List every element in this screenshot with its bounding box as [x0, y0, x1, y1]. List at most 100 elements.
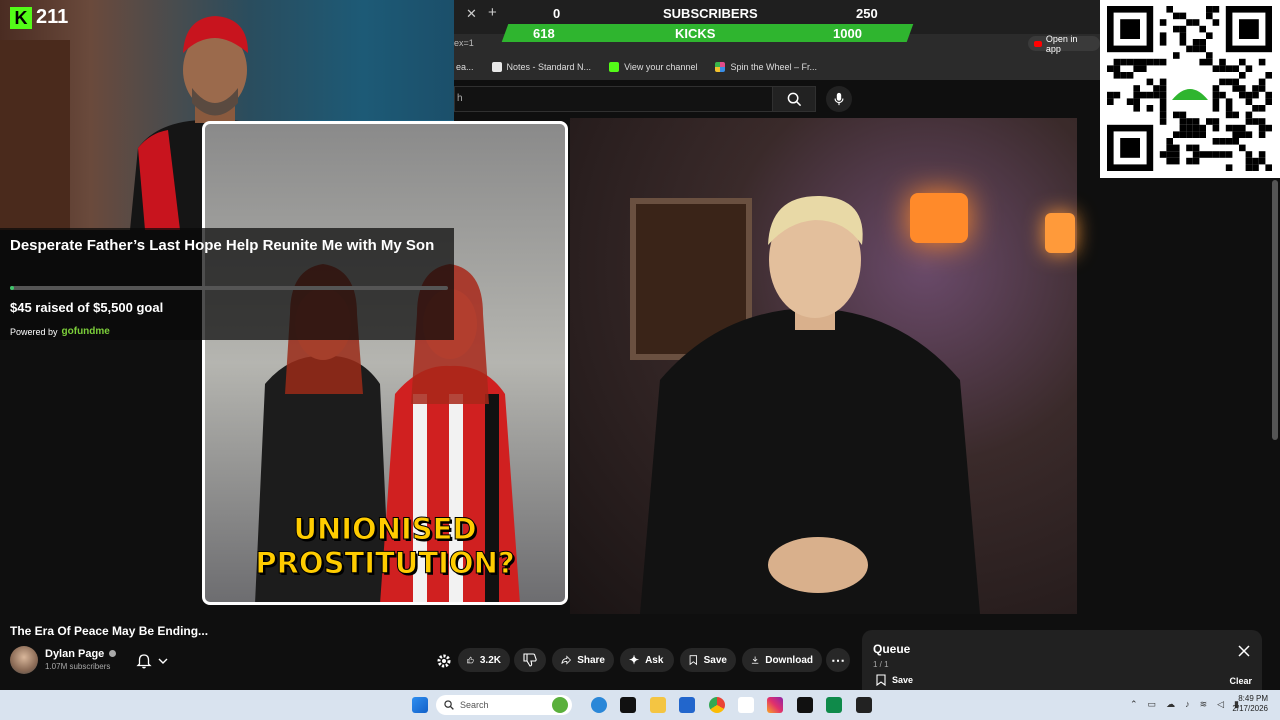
bookmark-label: ea...	[456, 62, 474, 72]
kicks-label: KICKS	[675, 26, 716, 41]
page-scrollbar[interactable]	[1272, 180, 1278, 440]
search-button[interactable]	[772, 86, 816, 112]
kick-app-icon[interactable]	[826, 697, 842, 713]
subscribers-goal: 250	[856, 6, 878, 21]
bookmark-label: Notes - Standard N...	[506, 62, 592, 72]
share-icon	[561, 655, 572, 665]
queue-save-label: Save	[892, 675, 914, 685]
kick-viewer-badge: K 211	[10, 6, 68, 29]
open-in-app-label: Open in app	[1045, 33, 1078, 54]
qr-code-image	[1107, 6, 1272, 171]
dislike-button[interactable]	[514, 648, 546, 672]
settings-gear-icon[interactable]	[436, 653, 452, 674]
file-explorer-icon[interactable]	[650, 697, 666, 713]
bell-icon	[136, 654, 152, 669]
gofundme-raised: $45 raised of $5,500 goal	[10, 300, 164, 315]
gofundme-progress-fill	[10, 286, 14, 290]
subscriber-count: 1.07M subscribers	[45, 662, 111, 671]
channel-avatar[interactable]	[10, 646, 38, 674]
chrome-icon[interactable]	[709, 697, 725, 713]
youtube-search-input[interactable]: h	[454, 86, 772, 112]
search-icon	[444, 700, 454, 710]
chevron-down-icon	[158, 658, 168, 664]
subscriber-kick-counter: 0 SUBSCRIBERS 250 618 KICKS 1000	[501, 4, 914, 42]
ask-button[interactable]: ✦ Ask	[620, 648, 674, 672]
thumbnail-caption: UNIONISED PROSTITUTION?	[205, 512, 565, 581]
more-icon: ⋯	[831, 651, 845, 668]
microphone-icon	[834, 92, 844, 106]
chevron-up-icon[interactable]: ⌃	[1130, 699, 1138, 710]
amazon-icon[interactable]	[738, 697, 754, 713]
queue-panel: Queue 1 / 1 Save Clear	[862, 630, 1262, 690]
kick-logo-icon: K	[10, 6, 32, 29]
instagram-icon[interactable]	[767, 697, 783, 713]
open-in-app-button[interactable]: Open in app	[1028, 33, 1100, 54]
qr-code	[1100, 0, 1280, 178]
save-button[interactable]: Save	[680, 648, 736, 672]
volume-icon[interactable]: ◁	[1217, 699, 1224, 710]
queue-count: 1 / 1	[873, 660, 889, 669]
clock-date: 2/17/2026	[1232, 704, 1268, 713]
thumbs-up-icon	[467, 656, 474, 664]
bookmark-item[interactable]: ea...	[456, 62, 474, 72]
gofundme-powered-by: Powered by gofundme	[10, 326, 110, 337]
tiktok-icon[interactable]	[620, 697, 636, 713]
wifi-icon[interactable]: ≋	[1200, 699, 1208, 710]
taskbar-search-label: Search	[460, 700, 489, 710]
cloud-icon[interactable]: ☁	[1166, 699, 1175, 710]
windows-taskbar: Search ⌃ ▭ ☁ ♪ ≋ ◁ ▮ 8:49 PM 2/17/2026	[0, 690, 1280, 720]
microphone-icon[interactable]: ♪	[1185, 699, 1190, 710]
gofundme-progress-bar	[10, 286, 448, 290]
kicks-current: 618	[533, 26, 555, 41]
bookmark-item[interactable]: Spin the Wheel – Fr...	[715, 62, 817, 72]
notification-bell-button[interactable]	[136, 650, 174, 672]
video-thumbnail[interactable]: UNIONISED PROSTITUTION?	[202, 121, 568, 605]
gofundme-title: Desperate Father’s Last Hope Help Reunit…	[10, 237, 435, 254]
save-label: Save	[703, 654, 727, 666]
bookmark-icon	[876, 674, 886, 686]
edge-icon[interactable]	[591, 697, 607, 713]
video-presenter	[640, 195, 980, 614]
bookmark-item[interactable]: Notes - Standard N...	[491, 62, 592, 72]
system-tray[interactable]: ⌃ ▭ ☁ ♪ ≋ ◁ ▮	[1130, 699, 1239, 710]
store-icon[interactable]	[679, 697, 695, 713]
new-tab-icon[interactable]: +	[488, 4, 497, 21]
windows-start-icon[interactable]	[412, 697, 428, 713]
more-actions-button[interactable]: ⋯	[826, 648, 850, 672]
kicks-goal: 1000	[833, 26, 862, 41]
like-button[interactable]: 3.2K	[458, 648, 510, 672]
close-icon	[1238, 645, 1250, 657]
queue-close-button[interactable]	[1238, 644, 1250, 662]
subscribers-label: SUBSCRIBERS	[663, 6, 758, 21]
powered-by-label: Powered by	[10, 326, 58, 337]
widgets-icon[interactable]	[552, 697, 568, 713]
share-label: Share	[577, 654, 605, 666]
queue-clear-button[interactable]: Clear	[1229, 676, 1252, 686]
gofundme-logo: gofundme	[61, 326, 110, 337]
voice-search-button[interactable]	[826, 86, 852, 112]
bookmark-label: View your channel	[624, 62, 698, 72]
verified-icon	[109, 650, 117, 657]
taskbar-clock[interactable]: 8:49 PM 2/17/2026	[1232, 694, 1268, 714]
lamp	[1045, 213, 1075, 253]
kick-icon	[609, 62, 620, 72]
x-app-icon[interactable]	[797, 697, 813, 713]
thumbs-down-icon	[523, 653, 537, 667]
youtube-icon	[1034, 40, 1042, 47]
gofundme-widget: Desperate Father’s Last Hope Help Reunit…	[0, 228, 454, 340]
search-hint: h	[457, 93, 463, 104]
close-tab-icon[interactable]: ✕	[466, 6, 477, 22]
download-label: Download	[765, 654, 813, 666]
like-count: 3.2K	[479, 654, 501, 666]
share-button[interactable]: Share	[552, 648, 614, 672]
queue-save-button[interactable]: Save	[876, 674, 913, 686]
ask-label: Ask	[645, 654, 664, 666]
channel-name[interactable]: Dylan Page	[45, 648, 117, 660]
clock-time: 8:49 PM	[1238, 694, 1268, 703]
app-icon[interactable]	[856, 697, 872, 713]
download-icon	[751, 656, 759, 664]
search-icon	[787, 92, 801, 106]
bookmark-item[interactable]: View your channel	[609, 62, 697, 72]
network-icon[interactable]: ▭	[1148, 699, 1157, 710]
download-button[interactable]: Download	[742, 648, 822, 672]
